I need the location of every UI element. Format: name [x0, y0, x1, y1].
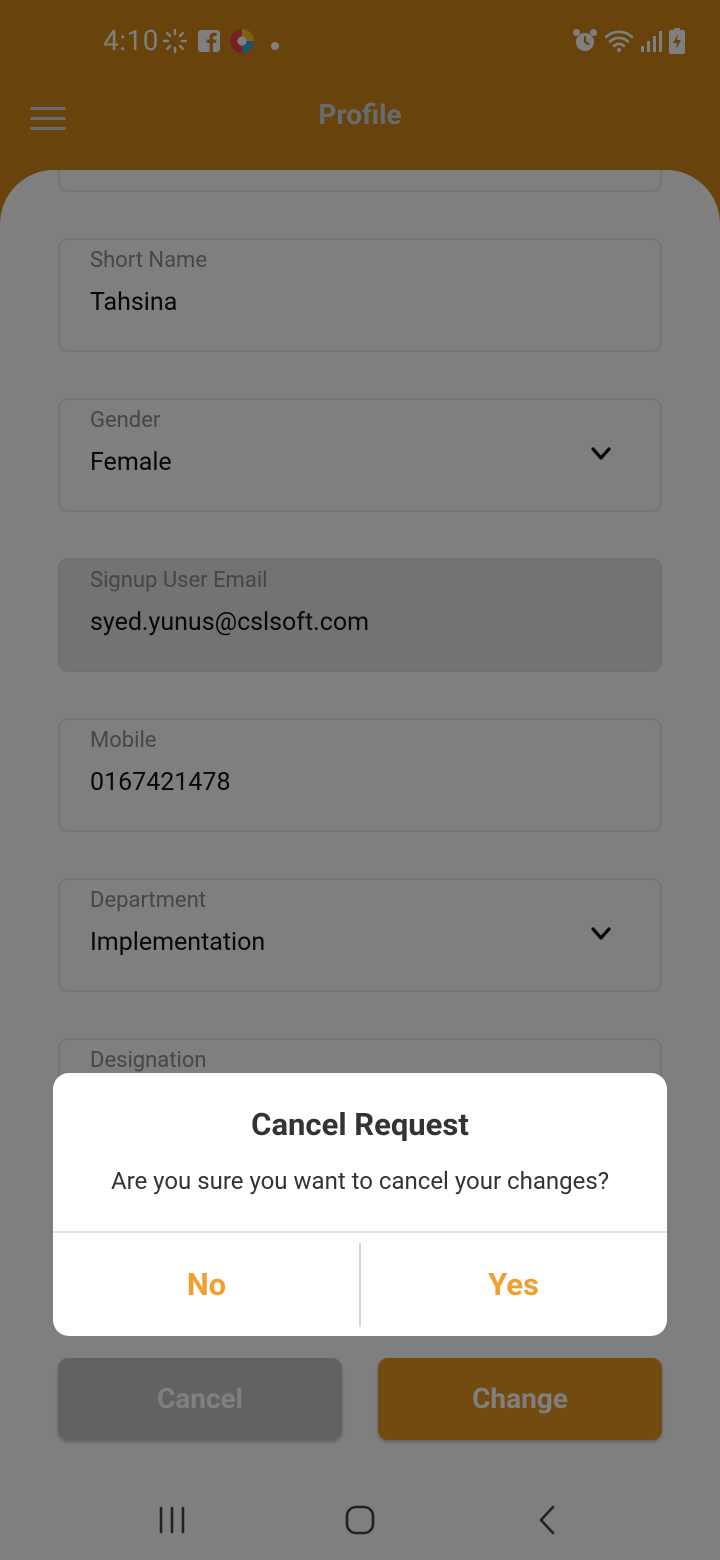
cancel-request-dialog: Cancel Request Are you sure you want to …: [53, 1073, 667, 1336]
app-screen: 4:10: [0, 0, 720, 1560]
dialog-message: Are you sure you want to cancel your cha…: [110, 1167, 610, 1195]
yes-button[interactable]: Yes: [360, 1233, 667, 1336]
dialog-title: Cancel Request: [251, 1106, 469, 1143]
no-button[interactable]: No: [53, 1233, 360, 1336]
